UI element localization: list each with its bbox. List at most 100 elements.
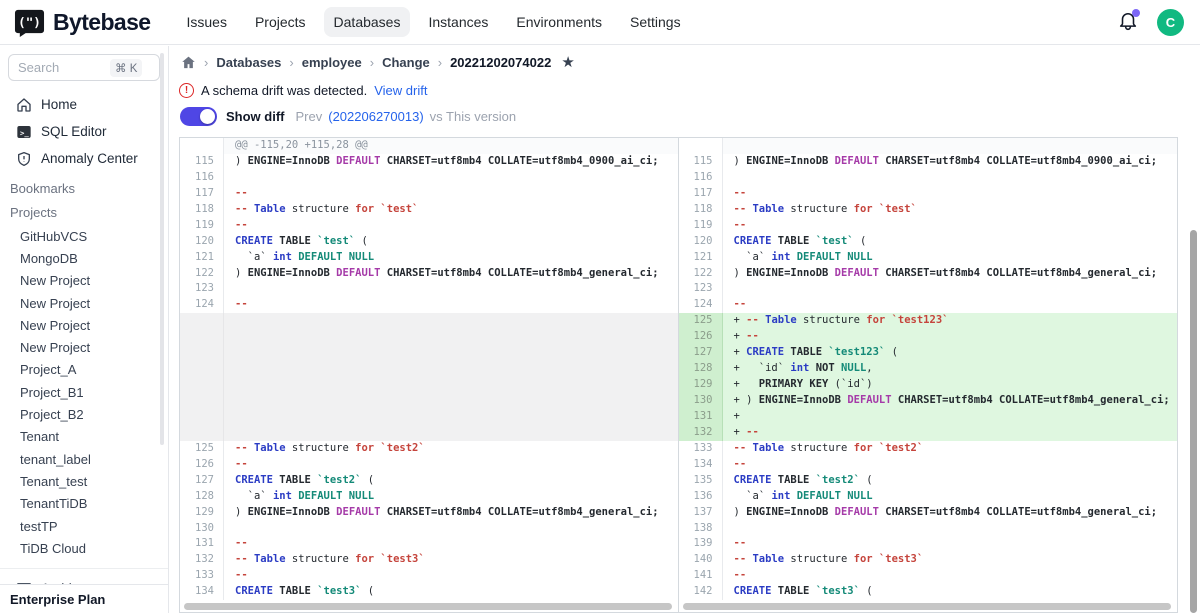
line-content: ) ENGINE=InnoDB DEFAULT CHARSET=utf8mb4 …: [224, 266, 678, 282]
line-content: ) ENGINE=InnoDB DEFAULT CHARSET=utf8mb4 …: [723, 154, 1178, 170]
diff-line: 126--: [180, 457, 678, 473]
terminal-icon: >_: [15, 123, 32, 140]
diff-line: 118-- Table structure for `test`: [180, 202, 678, 218]
h-scrollbar-track: [679, 600, 1178, 612]
diff-line: 140-- Table structure for `test3`: [679, 552, 1178, 568]
sidebar-scrollbar[interactable]: [160, 53, 164, 445]
diff-line: 120CREATE TABLE `test` (: [679, 234, 1178, 250]
project-item-new-project-2[interactable]: New Project: [0, 270, 168, 292]
diff-line: 133--: [180, 568, 678, 584]
line-number: 123: [180, 281, 224, 297]
home-icon: [15, 96, 32, 113]
diff-toolbar: Show diff Prev (202206270013) vs This ve…: [170, 102, 1200, 130]
prev-label: Prev: [296, 109, 323, 124]
line-number: 130: [180, 521, 224, 537]
nav-item-databases[interactable]: Databases: [324, 7, 411, 37]
project-item-project-a-6[interactable]: Project_A: [0, 359, 168, 381]
project-item-new-project-3[interactable]: New Project: [0, 292, 168, 314]
line-content: [723, 170, 1178, 186]
diff-line: 128 `a` int DEFAULT NULL: [180, 489, 678, 505]
project-item-tidb-cloud-14[interactable]: TiDB Cloud: [0, 537, 168, 559]
project-item-testtp-13[interactable]: testTP: [0, 515, 168, 537]
search-input[interactable]: [18, 60, 110, 75]
line-content: [224, 409, 678, 425]
toggle-knob: [200, 109, 215, 124]
diff-empty-line: [180, 361, 678, 377]
brand[interactable]: (") Bytebase: [14, 7, 150, 38]
line-content: CREATE TABLE `test` (: [723, 234, 1178, 250]
line-content: -- Table structure for `test3`: [723, 552, 1178, 568]
breadcrumb-employee[interactable]: employee: [302, 55, 362, 70]
breadcrumb-separator: ›: [438, 55, 442, 70]
line-content: @@ -115,20 +115,28 @@: [224, 138, 678, 154]
alert-circle-icon: !: [179, 83, 194, 98]
nav-item-instances[interactable]: Instances: [418, 7, 498, 37]
project-item-githubvcs-0[interactable]: GitHubVCS: [0, 225, 168, 247]
project-item-new-project-4[interactable]: New Project: [0, 314, 168, 336]
line-content: +: [723, 409, 1178, 425]
line-number: 119: [679, 218, 723, 234]
navbar-menu: Issues Projects DatabasesInstances Environm…: [176, 7, 690, 37]
line-content: [224, 329, 678, 345]
sidebar-item-sql-editor[interactable]: >_ SQL Editor: [0, 118, 168, 145]
nav-item-settings[interactable]: Settings: [620, 7, 691, 37]
line-content: [723, 138, 1178, 154]
h-scrollbar-track: [180, 600, 678, 612]
line-content: ) ENGINE=InnoDB DEFAULT CHARSET=utf8mb4 …: [224, 505, 678, 521]
notification-bell-button[interactable]: [1117, 11, 1139, 33]
project-item-tenant-9[interactable]: Tenant: [0, 426, 168, 448]
project-item-tenanttidb-12[interactable]: TenantTiDB: [0, 493, 168, 515]
diff-line: 117--: [679, 186, 1178, 202]
line-content: CREATE TABLE `test` (: [224, 234, 678, 250]
h-scrollbar-left[interactable]: [184, 603, 672, 610]
project-item-project-b2-8[interactable]: Project_B2: [0, 403, 168, 425]
line-number: [180, 409, 224, 425]
line-number: 122: [180, 266, 224, 282]
diff-line: 131--: [180, 536, 678, 552]
project-item-new-project-5[interactable]: New Project: [0, 336, 168, 358]
prev-version-link[interactable]: (202206270013): [328, 109, 423, 124]
project-item-tenant-test-11[interactable]: Tenant_test: [0, 470, 168, 492]
svg-text:>_: >_: [20, 128, 29, 137]
show-diff-toggle[interactable]: [180, 107, 217, 126]
bookmark-star-icon[interactable]: ★: [561, 55, 574, 70]
line-content: ) ENGINE=InnoDB DEFAULT CHARSET=utf8mb4 …: [723, 505, 1178, 521]
line-number: 116: [679, 170, 723, 186]
line-number: 123: [679, 281, 723, 297]
line-number: 118: [679, 202, 723, 218]
sidebar-item-home[interactable]: Home: [0, 91, 168, 118]
view-drift-link[interactable]: View drift: [374, 83, 427, 98]
line-content: `a` int DEFAULT NULL: [723, 250, 1178, 266]
line-number: 134: [180, 584, 224, 600]
line-content: [224, 345, 678, 361]
project-item-mongodb-1[interactable]: MongoDB: [0, 247, 168, 269]
schema-diff-view: @@ -115,20 +115,28 @@115) ENGINE=InnoDB …: [179, 137, 1178, 613]
line-number: 129: [679, 377, 723, 393]
project-item-project-b1-7[interactable]: Project_B1: [0, 381, 168, 403]
breadcrumb-change[interactable]: Change: [382, 55, 430, 70]
line-number: 127: [180, 473, 224, 489]
nav-item-projects[interactable]: Projects: [245, 7, 316, 37]
drift-message: A schema drift was detected.: [201, 83, 367, 98]
nav-item-issues[interactable]: Issues: [176, 7, 236, 37]
line-number: 121: [180, 250, 224, 266]
avatar[interactable]: C: [1157, 9, 1184, 36]
line-number: 139: [679, 536, 723, 552]
page-scrollbar[interactable]: [1190, 230, 1197, 613]
line-content: --: [723, 457, 1178, 473]
diff-line: 119--: [679, 218, 1178, 234]
search-box[interactable]: ⌘ K: [8, 54, 160, 81]
breadcrumb-databases[interactable]: Databases: [216, 55, 281, 70]
sidebar-item-anomaly-center[interactable]: Anomaly Center: [0, 145, 168, 172]
h-scrollbar-right[interactable]: [683, 603, 1172, 610]
project-item-tenant-label-10[interactable]: tenant_label: [0, 448, 168, 470]
home-breadcrumb-icon[interactable]: [181, 55, 196, 70]
bookmarks-section-label: Bookmarks: [0, 172, 168, 201]
line-number: [180, 425, 224, 441]
line-content: + CREATE TABLE `test123` (: [723, 345, 1178, 361]
diff-line: 116: [180, 170, 678, 186]
line-content: `a` int DEFAULT NULL: [723, 489, 1178, 505]
line-number: 117: [180, 186, 224, 202]
line-content: ) ENGINE=InnoDB DEFAULT CHARSET=utf8mb4 …: [723, 266, 1178, 282]
nav-item-environments[interactable]: Environments: [506, 7, 612, 37]
